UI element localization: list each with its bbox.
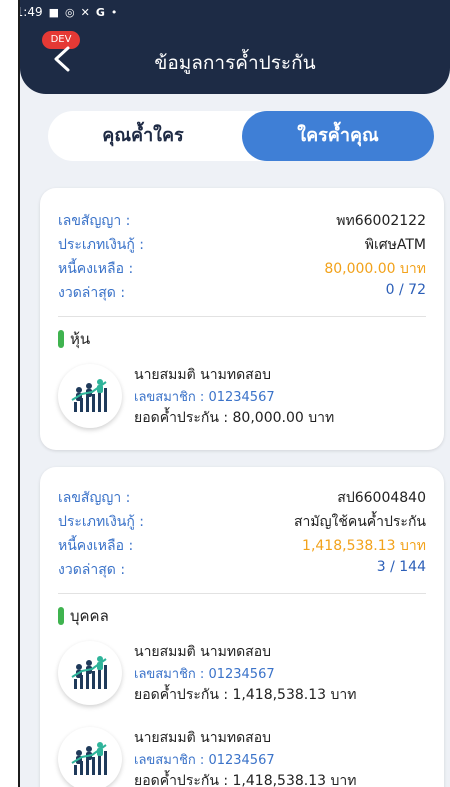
guarantee-amount: ยอดค้ำประกัน : 80,000.00 บาท bbox=[134, 410, 335, 426]
status-time: 11:49 bbox=[20, 5, 43, 19]
contract-row: เลขสัญญา : สป66004840 bbox=[58, 487, 426, 509]
section-header: หุ้น bbox=[58, 328, 90, 350]
balance-value: 1,418,538.13 บาท bbox=[302, 538, 426, 554]
member-number: เลขสมาชิก : 01234567 bbox=[134, 753, 275, 768]
guarantor-name: นายสมมติ นามทดสอบ bbox=[134, 730, 271, 746]
section-marker bbox=[58, 330, 64, 348]
loan-type-row: ประเภทเงินกู้ : สามัญใช้คนค้ำประกัน bbox=[58, 511, 426, 533]
guarantee-amount: ยอดค้ำประกัน : 1,418,538.13 บาท bbox=[134, 773, 357, 787]
balance-label: หนี้คงเหลือ : bbox=[58, 538, 134, 554]
section-marker bbox=[58, 607, 64, 625]
tab-you-guarantee[interactable]: คุณค้ำใคร bbox=[48, 111, 238, 161]
member-number: เลขสมาชิก : 01234567 bbox=[134, 390, 275, 405]
guarantor-name: นายสมมติ นามทดสอบ bbox=[134, 644, 271, 660]
loan-type-value: พิเศษATM bbox=[364, 237, 426, 253]
contract-value: พท66002122 bbox=[336, 213, 426, 229]
contract-card[interactable]: เลขสัญญา : พท66002122 ประเภทเงินกู้ : พิ… bbox=[40, 188, 444, 450]
page-title: ข้อมูลการค้ำประกัน bbox=[154, 52, 316, 74]
loan-type-label: ประเภทเงินกู้ : bbox=[58, 237, 145, 253]
loan-type-value: สามัญใช้คนค้ำประกัน bbox=[293, 514, 426, 530]
period-row: งวดล่าสุด : 3 / 144 bbox=[58, 559, 426, 581]
people-growth-icon bbox=[71, 379, 107, 412]
people-growth-icon bbox=[71, 656, 107, 689]
people-growth-icon bbox=[71, 742, 107, 775]
balance-row: หนี้คงเหลือ : 80,000.00 บาท bbox=[58, 258, 426, 280]
section-header: บุคคล bbox=[58, 605, 109, 627]
period-label: งวดล่าสุด : bbox=[58, 562, 126, 578]
contract-value: สป66004840 bbox=[337, 490, 426, 506]
app-screen: 11:49 ■ ◎ ✕ G • DEV ข้อมูลการค้ำประกัน ค… bbox=[20, 0, 450, 787]
member-number: เลขสมาชิก : 01234567 bbox=[134, 667, 275, 682]
x-icon: ✕ bbox=[80, 5, 90, 19]
google-icon: G bbox=[95, 5, 105, 19]
avatar bbox=[58, 641, 122, 705]
loan-type-label: ประเภทเงินกู้ : bbox=[58, 514, 145, 530]
balance-label: หนี้คงเหลือ : bbox=[58, 261, 134, 277]
section-title: บุคคล bbox=[70, 607, 109, 625]
guarantor-item[interactable]: นายสมมติ นามทดสอบ เลขสมาชิก : 01234567 ย… bbox=[58, 364, 418, 434]
avatar bbox=[58, 364, 122, 428]
device-frame bbox=[0, 0, 20, 787]
app-header: 11:49 ■ ◎ ✕ G • DEV ข้อมูลการค้ำประกัน bbox=[20, 0, 450, 94]
contract-card[interactable]: เลขสัญญา : สป66004840 ประเภทเงินกู้ : สา… bbox=[40, 467, 444, 787]
period-value: 3 / 144 bbox=[376, 559, 426, 575]
avatar bbox=[58, 727, 122, 787]
loan-type-row: ประเภทเงินกู้ : พิเศษATM bbox=[58, 234, 426, 256]
contract-row: เลขสัญญา : พท66002122 bbox=[58, 210, 426, 232]
balance-row: หนี้คงเหลือ : 1,418,538.13 บาท bbox=[58, 535, 426, 557]
instagram-icon: ◎ bbox=[65, 5, 75, 19]
section-title: หุ้น bbox=[70, 330, 91, 348]
period-value: 0 / 72 bbox=[385, 282, 426, 298]
status-bar: 11:49 ■ ◎ ✕ G • bbox=[20, 0, 450, 24]
divider bbox=[58, 593, 426, 594]
contract-label: เลขสัญญา : bbox=[58, 490, 131, 506]
period-label: งวดล่าสุด : bbox=[58, 285, 126, 301]
tab-switcher: คุณค้ำใคร ใครค้ำคุณ bbox=[48, 111, 434, 161]
period-row: งวดล่าสุด : 0 / 72 bbox=[58, 282, 426, 304]
guarantor-item[interactable]: นายสมมติ นามทดสอบ เลขสมาชิก : 01234567 ย… bbox=[58, 641, 418, 711]
guarantor-name: นายสมมติ นามทดสอบ bbox=[134, 367, 271, 383]
contract-label: เลขสัญญา : bbox=[58, 213, 131, 229]
guarantee-amount: ยอดค้ำประกัน : 1,418,538.13 บาท bbox=[134, 687, 357, 703]
balance-value: 80,000.00 บาท bbox=[324, 261, 426, 277]
tab-guarantees-you[interactable]: ใครค้ำคุณ bbox=[242, 111, 434, 161]
guarantor-item[interactable]: นายสมมติ นามทดสอบ เลขสมาชิก : 01234567 ย… bbox=[58, 727, 418, 787]
notification-icon: ■ bbox=[48, 5, 59, 19]
dot-icon: • bbox=[110, 5, 118, 19]
divider bbox=[58, 316, 426, 317]
